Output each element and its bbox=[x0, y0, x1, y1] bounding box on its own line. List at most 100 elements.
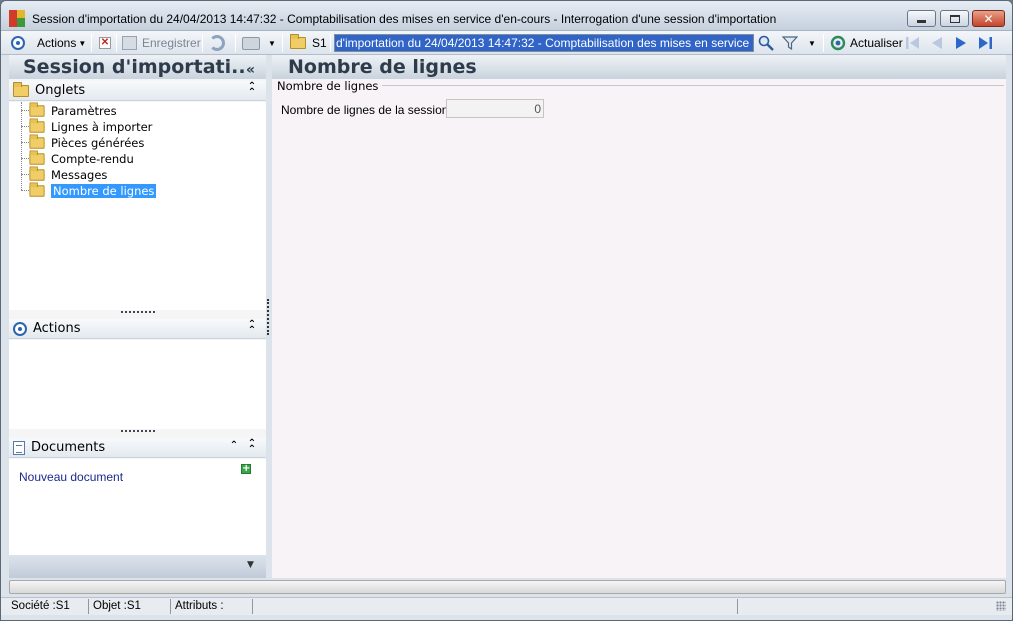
panel-title-text: Session d'importati.. bbox=[23, 56, 246, 78]
tree-item-label: Messages bbox=[51, 168, 108, 182]
horizontal-scrollbar[interactable] bbox=[9, 580, 1006, 594]
sync-button[interactable] bbox=[209, 34, 225, 52]
dropdown-arrow-icon: ▼ bbox=[78, 38, 87, 48]
close-icon: ✕ bbox=[983, 11, 994, 26]
tree-item-compte-rendu[interactable]: Compte-rendu bbox=[29, 150, 134, 167]
maximize-button[interactable] bbox=[940, 10, 969, 27]
minimize-button[interactable] bbox=[907, 10, 936, 27]
tree-connector bbox=[21, 174, 29, 175]
toolbar-separator bbox=[235, 34, 236, 52]
tree-item-messages[interactable]: Messages bbox=[29, 166, 108, 183]
tree-connector bbox=[21, 190, 29, 191]
folder-icon bbox=[290, 34, 306, 49]
save-button[interactable]: Enregistrer bbox=[122, 34, 201, 52]
panel-splitter[interactable] bbox=[267, 299, 269, 335]
collapse-section-icon[interactable]: ⌃ ⌃ bbox=[246, 439, 258, 455]
collapse-section-icon[interactable]: ⌃ ⌃ bbox=[246, 320, 258, 336]
status-bar: Société :S1 Objet :S1 Attributs : bbox=[1, 597, 1012, 615]
main-content: Nombre de lignes Nombre de lignes Nombre… bbox=[272, 55, 1006, 578]
delete-icon: ✕ bbox=[99, 37, 111, 49]
tree-item-label: Compte-rendu bbox=[51, 152, 134, 166]
folder-icon bbox=[29, 134, 45, 149]
open-folder-icon bbox=[29, 182, 45, 197]
first-record-button[interactable] bbox=[905, 34, 921, 52]
folder-icon bbox=[29, 150, 45, 165]
title-bar[interactable]: Session d'importation du 24/04/2013 14:4… bbox=[1, 1, 1012, 31]
tabs-section-header[interactable]: Onglets ⌃ ⌃ bbox=[9, 81, 266, 101]
previous-record-button[interactable] bbox=[929, 34, 945, 52]
dropdown-arrow-icon: ▼ bbox=[808, 38, 816, 48]
session-selector-value: d'importation du 24/04/2013 14:47:32 - C… bbox=[335, 35, 753, 51]
tree-item-pieces-generees[interactable]: Pièces générées bbox=[29, 134, 145, 151]
document-icon bbox=[13, 440, 25, 455]
sync-icon bbox=[209, 35, 225, 51]
minimize-icon bbox=[917, 20, 926, 23]
collapse-up-icon[interactable]: ⌃ bbox=[228, 441, 240, 451]
folder-icon bbox=[29, 166, 45, 181]
group-divider bbox=[376, 85, 1004, 86]
app-icon bbox=[9, 10, 27, 28]
documents-section-header[interactable]: Documents ⌃ ⌃ ⌃ bbox=[9, 438, 266, 458]
section-resize-grip[interactable] bbox=[121, 311, 155, 313]
actions-section-header[interactable]: Actions ⌃ ⌃ bbox=[9, 319, 266, 339]
tree-connector bbox=[21, 126, 29, 127]
new-document-link[interactable]: Nouveau document bbox=[19, 470, 123, 484]
last-record-icon bbox=[979, 37, 992, 49]
tree-item-parametres[interactable]: Paramètres bbox=[29, 102, 117, 119]
search-button[interactable] bbox=[758, 34, 774, 52]
tree-item-label: Paramètres bbox=[51, 104, 117, 118]
status-attributes: Attributs : bbox=[175, 600, 224, 612]
refresh-button[interactable]: Actualiser bbox=[830, 34, 903, 52]
filter-button[interactable]: ▼ bbox=[782, 34, 816, 52]
tree-connector bbox=[21, 158, 29, 159]
section-resize-grip[interactable] bbox=[121, 430, 155, 432]
status-object: Objet :S1 bbox=[93, 600, 141, 612]
page-title: Nombre de lignes bbox=[272, 55, 1006, 79]
folder-icon bbox=[13, 81, 29, 97]
tree-item-label: Pièces générées bbox=[51, 136, 145, 150]
save-label: Enregistrer bbox=[142, 36, 201, 50]
resize-grip-icon[interactable] bbox=[996, 601, 1006, 611]
toolbar-separator bbox=[282, 34, 283, 52]
next-record-button[interactable] bbox=[953, 34, 969, 52]
object-button[interactable]: S1 bbox=[290, 34, 327, 52]
tree-connector bbox=[21, 102, 22, 190]
toolbar-separator bbox=[91, 34, 92, 52]
actions-label: Actions bbox=[37, 36, 77, 50]
actions-icon bbox=[13, 321, 27, 336]
last-record-button[interactable] bbox=[977, 34, 993, 52]
toolbar-separator bbox=[330, 34, 331, 52]
tabs-section-label: Onglets bbox=[35, 83, 86, 98]
panel-title: Session d'importati.. « bbox=[9, 55, 266, 79]
tree-connector bbox=[21, 110, 29, 111]
actions-menu-button[interactable]: Actions ▼ bbox=[11, 34, 86, 52]
panel-bottom-bar: ▼ bbox=[9, 555, 266, 578]
tree-item-label: Nombre de lignes bbox=[51, 184, 157, 198]
window-title: Session d'importation du 24/04/2013 14:4… bbox=[32, 12, 777, 26]
actions-icon bbox=[11, 36, 25, 50]
refresh-label: Actualiser bbox=[850, 36, 903, 50]
print-button[interactable]: ▼ bbox=[242, 34, 276, 52]
refresh-icon bbox=[830, 35, 846, 51]
delete-button[interactable]: ✕ bbox=[99, 34, 111, 52]
tabs-tree: Paramètres Lignes à importer Pièces géné… bbox=[9, 102, 266, 310]
filter-icon bbox=[782, 36, 798, 51]
maximize-icon bbox=[949, 14, 960, 23]
printer-icon bbox=[242, 36, 260, 50]
close-button[interactable]: ✕ bbox=[972, 10, 1005, 27]
collapse-panel-icon[interactable]: « bbox=[246, 58, 255, 82]
group-label: Nombre de lignes bbox=[277, 79, 383, 93]
expand-down-icon[interactable]: ▼ bbox=[247, 560, 254, 570]
tree-item-lignes-a-importer[interactable]: Lignes à importer bbox=[29, 118, 152, 135]
next-record-icon bbox=[956, 37, 966, 49]
status-separator bbox=[252, 599, 253, 614]
application-window: Session d'importation du 24/04/2013 14:4… bbox=[0, 0, 1013, 621]
session-selector-field[interactable]: d'importation du 24/04/2013 14:47:32 - C… bbox=[334, 34, 754, 52]
collapse-section-icon[interactable]: ⌃ ⌃ bbox=[246, 82, 258, 98]
tree-item-nombre-de-lignes[interactable]: Nombre de lignes bbox=[29, 182, 157, 199]
add-icon[interactable]: + bbox=[241, 464, 251, 474]
line-count-field[interactable]: 0 bbox=[446, 99, 544, 118]
folder-icon bbox=[29, 102, 45, 117]
toolbar-separator bbox=[116, 34, 117, 52]
first-record-icon bbox=[906, 37, 919, 49]
